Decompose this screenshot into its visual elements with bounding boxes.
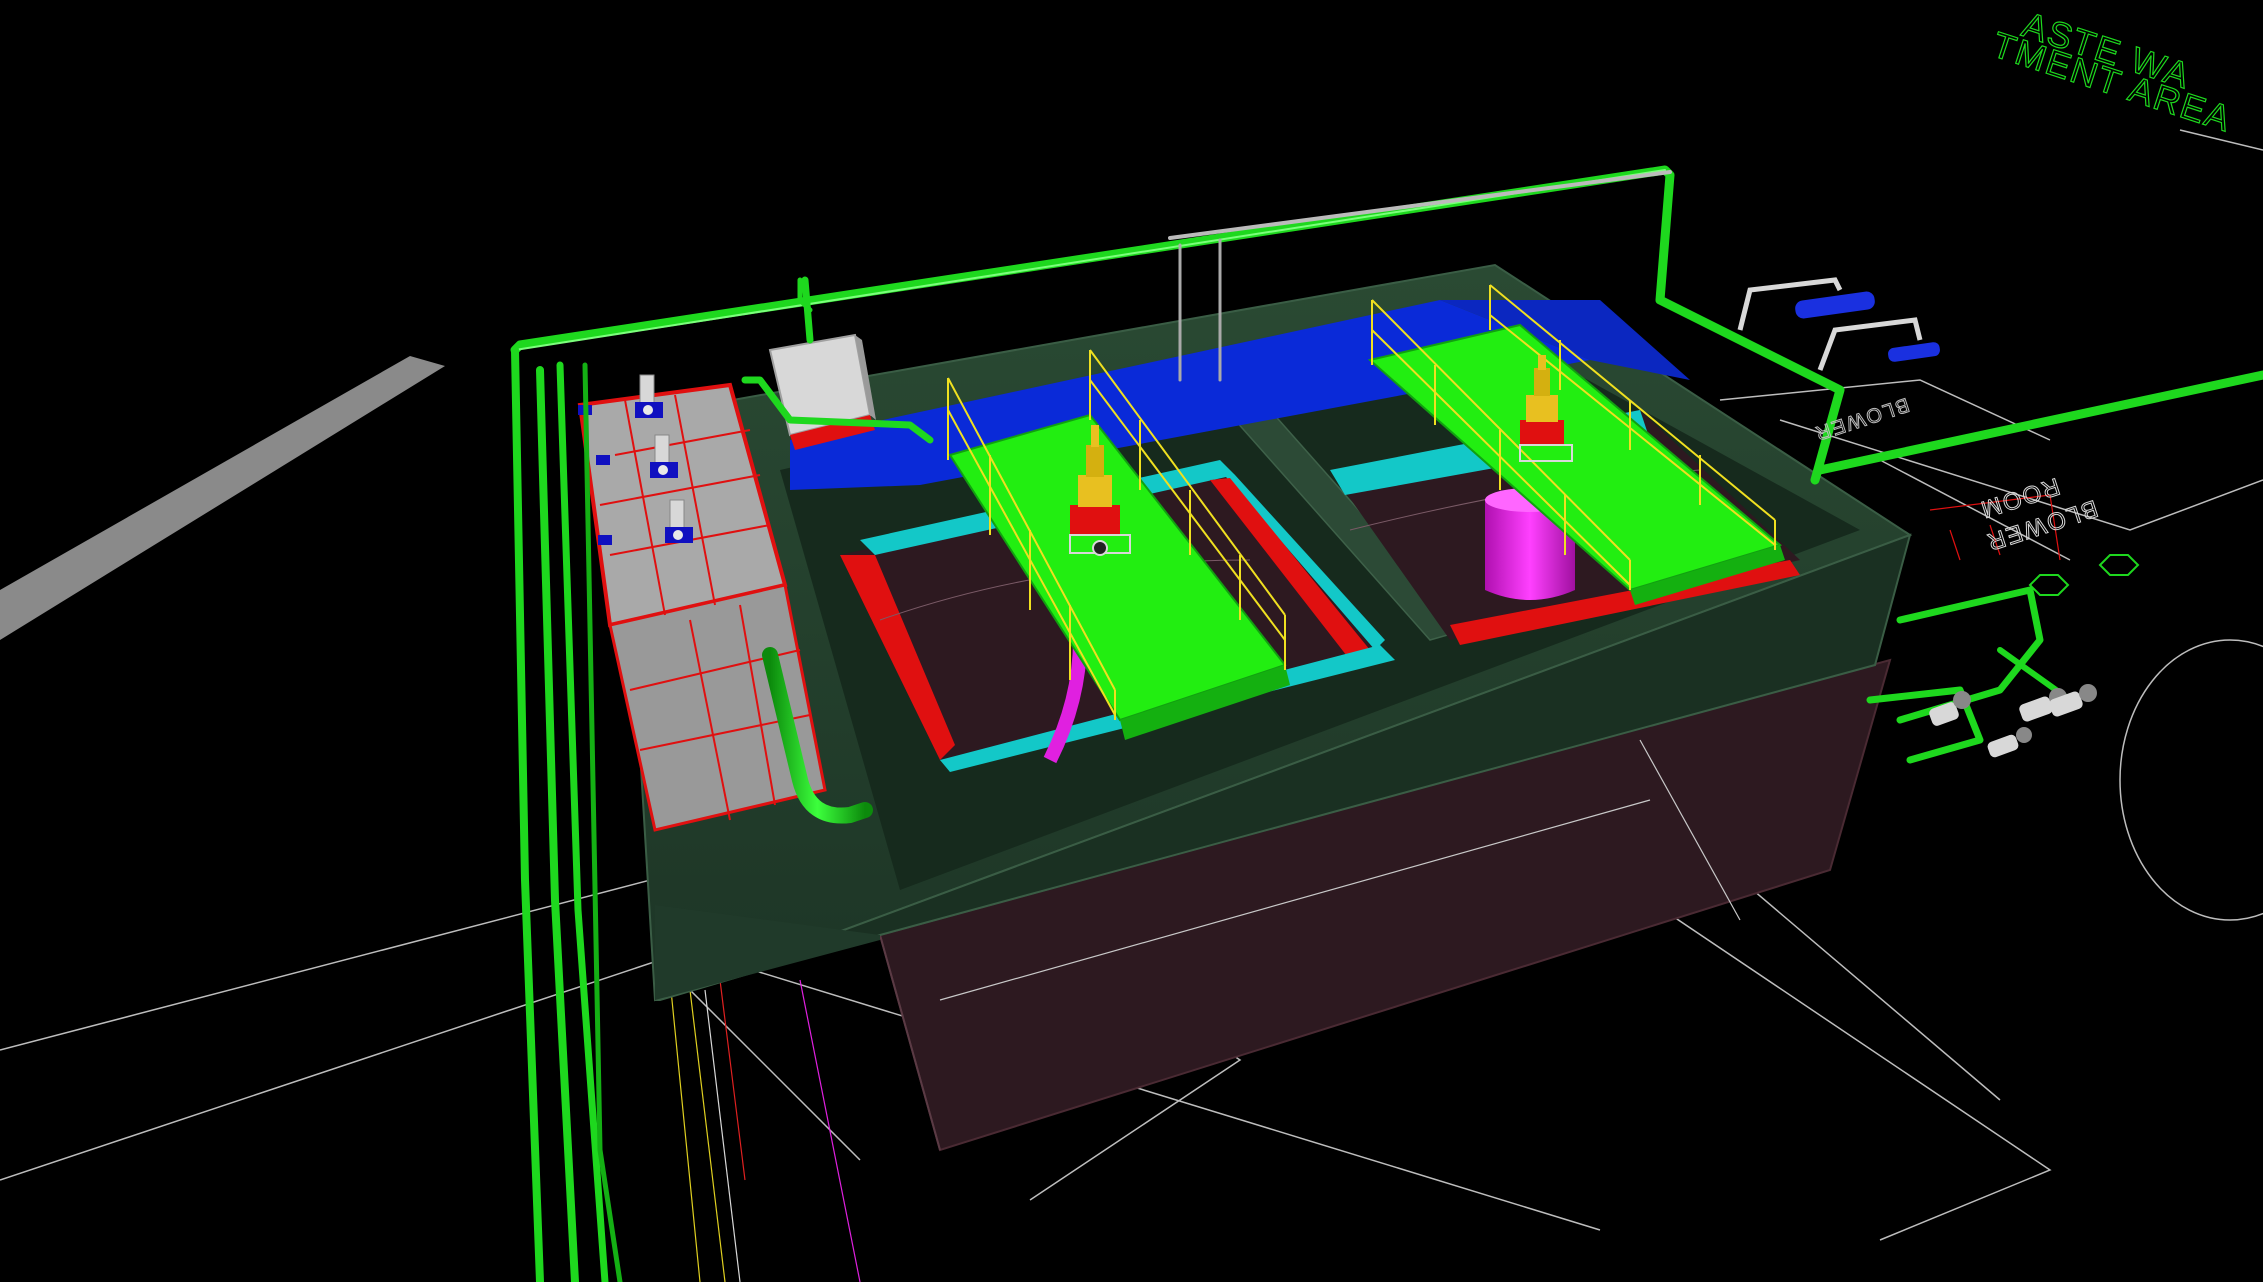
blower-icon[interactable] bbox=[1794, 291, 1876, 320]
equipment-markers bbox=[2028, 554, 2140, 596]
valve-marker bbox=[596, 455, 610, 465]
grey-ramp bbox=[0, 356, 445, 640]
pump-icon[interactable] bbox=[1986, 727, 2032, 759]
blower-label-small: BLOWER bbox=[1811, 393, 1912, 444]
cad-labels: ASTE WA TMENT AREA BLOWER BLOWER ROOM bbox=[1811, 3, 2238, 556]
valve-marker bbox=[598, 535, 612, 545]
cad-3d-viewport[interactable]: ASTE WA TMENT AREA BLOWER BLOWER ROOM bbox=[0, 0, 2263, 1282]
blower-icon[interactable] bbox=[1887, 341, 1940, 362]
